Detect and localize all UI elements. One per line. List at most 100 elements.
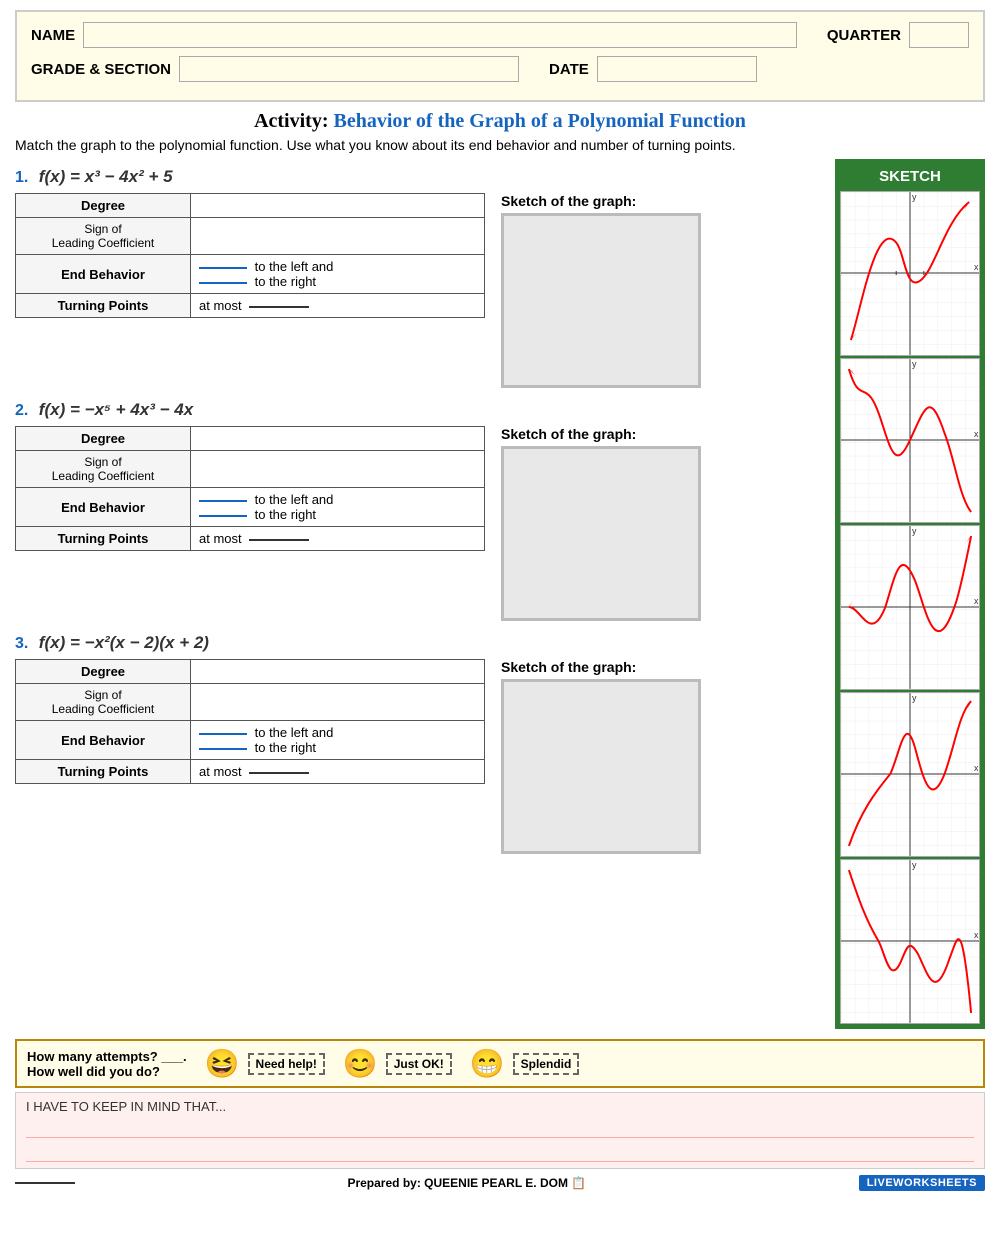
problem-1-formula: f(x) = x³ − 4x² + 5 [39,167,173,186]
content-area: 1. f(x) = x³ − 4x² + 5 Degree [15,159,835,1029]
graph-svg-2: x y [841,359,979,522]
problem-3-row: Degree Sign ofLeading Coefficient End Be… [15,659,835,854]
table-row: Degree [16,660,485,684]
brand-icon: 📋 [571,1176,586,1190]
end-behavior-label-2: End Behavior [16,488,191,527]
problem-2-table: Degree Sign ofLeading Coefficient End Be… [15,426,485,551]
turning-label-3: Turning Points [16,760,191,784]
blue-line-right-2 [199,515,247,517]
name-input[interactable] [83,22,797,48]
sign-value[interactable] [191,218,485,255]
table-row: End Behavior to the left and to the righ… [16,255,485,294]
svg-text:x: x [974,262,979,272]
svg-text:y: y [912,359,917,369]
mindnote-line-2 [26,1144,974,1162]
graph-svg-3: x y [841,526,979,689]
problem-3-formula: f(x) = −x²(x − 2)(x + 2) [39,633,209,652]
need-help-label: Need help! [248,1053,325,1075]
graph-svg-4: x y [841,693,979,856]
degree-input-1 [199,198,476,213]
emoji-splendid: 😁 [470,1047,505,1080]
date-input[interactable] [597,56,757,82]
svg-text:x: x [974,596,979,606]
problem-1-sketch: Sketch of the graph: [501,193,701,388]
emoji-ok: 😊 [343,1047,378,1080]
degree-value-2[interactable] [191,427,485,451]
sketch-box-2[interactable] [501,446,701,621]
blue-line-left-2 [199,500,247,502]
quarter-input[interactable] [909,22,969,48]
problem-2-sketch: Sketch of the graph: [501,426,701,621]
graph-svg-5: x y [841,860,979,1023]
problem-2-number: 2. [15,402,28,419]
degree-input-2 [199,431,476,446]
title-section: Activity: Behavior of the Graph of a Pol… [15,110,985,153]
activity-prefix: Activity: [254,110,328,132]
table-row: End Behavior to the left and to the righ… [16,488,485,527]
svg-text:x: x [974,930,979,940]
blue-line-right-1 [199,282,247,284]
degree-label-3: Degree [16,660,191,684]
well-text: How well did you do? [27,1064,187,1079]
problem-3-number: 3. [15,635,28,652]
turning-label-2: Turning Points [16,527,191,551]
instructions-text: Match the graph to the polynomial functi… [15,137,985,153]
problem-2-row: Degree Sign ofLeading Coefficient End Be… [15,426,835,621]
sketch-graph-3: x y [840,525,980,690]
turning-label: Turning Points [16,294,191,318]
sketch-label-3: Sketch of the graph: [501,659,701,675]
credits-section: Prepared by: QUEENIE PEARL E. DOM 📋 LIVE… [15,1175,985,1191]
problem-2-formula: f(x) = −x⁵ + 4x³ − 4x [39,400,193,419]
sign-value-2[interactable] [191,451,485,488]
footer-section: How many attempts? ___. How well did you… [15,1039,985,1088]
main-layout: 1. f(x) = x³ − 4x² + 5 Degree [15,159,985,1029]
problem-2: 2. f(x) = −x⁵ + 4x³ − 4x Degree [15,400,835,621]
problem-1-row: Degree Sign ofLeading Coefficient End Be… [15,193,835,388]
end-behavior-value-2: to the left and to the right [191,488,485,527]
activity-title: Activity: Behavior of the Graph of a Pol… [15,110,985,133]
table-row: Turning Points at most [16,760,485,784]
grade-label: GRADE & SECTION [31,61,171,78]
sketch-graph-4: x y [840,692,980,857]
emoji-laugh: 😆 [205,1047,240,1080]
svg-text:x: x [974,429,979,439]
sign-input-3 [199,695,476,710]
just-ok-label: Just OK! [386,1053,452,1075]
grade-input[interactable] [179,56,519,82]
degree-value-3[interactable] [191,660,485,684]
degree-value[interactable] [191,194,485,218]
sketch-box-3[interactable] [501,679,701,854]
mindnote-text: I HAVE TO KEEP IN MIND THAT... [26,1099,974,1114]
problem-3-table-section: Degree Sign ofLeading Coefficient End Be… [15,659,485,784]
svg-text:y: y [912,192,917,202]
svg-text:y: y [912,526,917,536]
svg-text:y: y [912,693,917,703]
splendid-label: Splendid [513,1053,580,1075]
degree-label: Degree [16,194,191,218]
blue-line-left-3 [199,733,247,735]
sign-label-3: Sign ofLeading Coefficient [16,684,191,721]
sketch-label-1: Sketch of the graph: [501,193,701,209]
problem-1: 1. f(x) = x³ − 4x² + 5 Degree [15,167,835,388]
sign-value-3[interactable] [191,684,485,721]
table-row: End Behavior to the left and to the righ… [16,721,485,760]
activity-main: Behavior of the Graph of a Polynomial Fu… [334,110,746,132]
table-row: Turning Points at most [16,294,485,318]
graph-svg-1: x y [841,192,979,355]
turning-blank-2 [249,539,309,541]
problem-3-title: 3. f(x) = −x²(x − 2)(x + 2) [15,633,835,653]
sketch-sidebar: SKETCH x y [835,159,985,1029]
sketch-box-1[interactable] [501,213,701,388]
page-wrapper: NAME QUARTER GRADE & SECTION DATE Activi… [0,10,1000,1191]
problem-3-sketch: Sketch of the graph: [501,659,701,854]
mindnote-section: I HAVE TO KEEP IN MIND THAT... [15,1092,985,1169]
problem-1-number: 1. [15,169,28,186]
problem-2-title: 2. f(x) = −x⁵ + 4x³ − 4x [15,400,835,420]
problem-1-title: 1. f(x) = x³ − 4x² + 5 [15,167,835,187]
end-behavior-label-3: End Behavior [16,721,191,760]
table-row: Sign ofLeading Coefficient [16,218,485,255]
problem-2-table-section: Degree Sign ofLeading Coefficient End Be… [15,426,485,551]
degree-label-2: Degree [16,427,191,451]
problem-1-table-section: Degree Sign ofLeading Coefficient End Be… [15,193,485,318]
problem-1-table: Degree Sign ofLeading Coefficient End Be… [15,193,485,318]
